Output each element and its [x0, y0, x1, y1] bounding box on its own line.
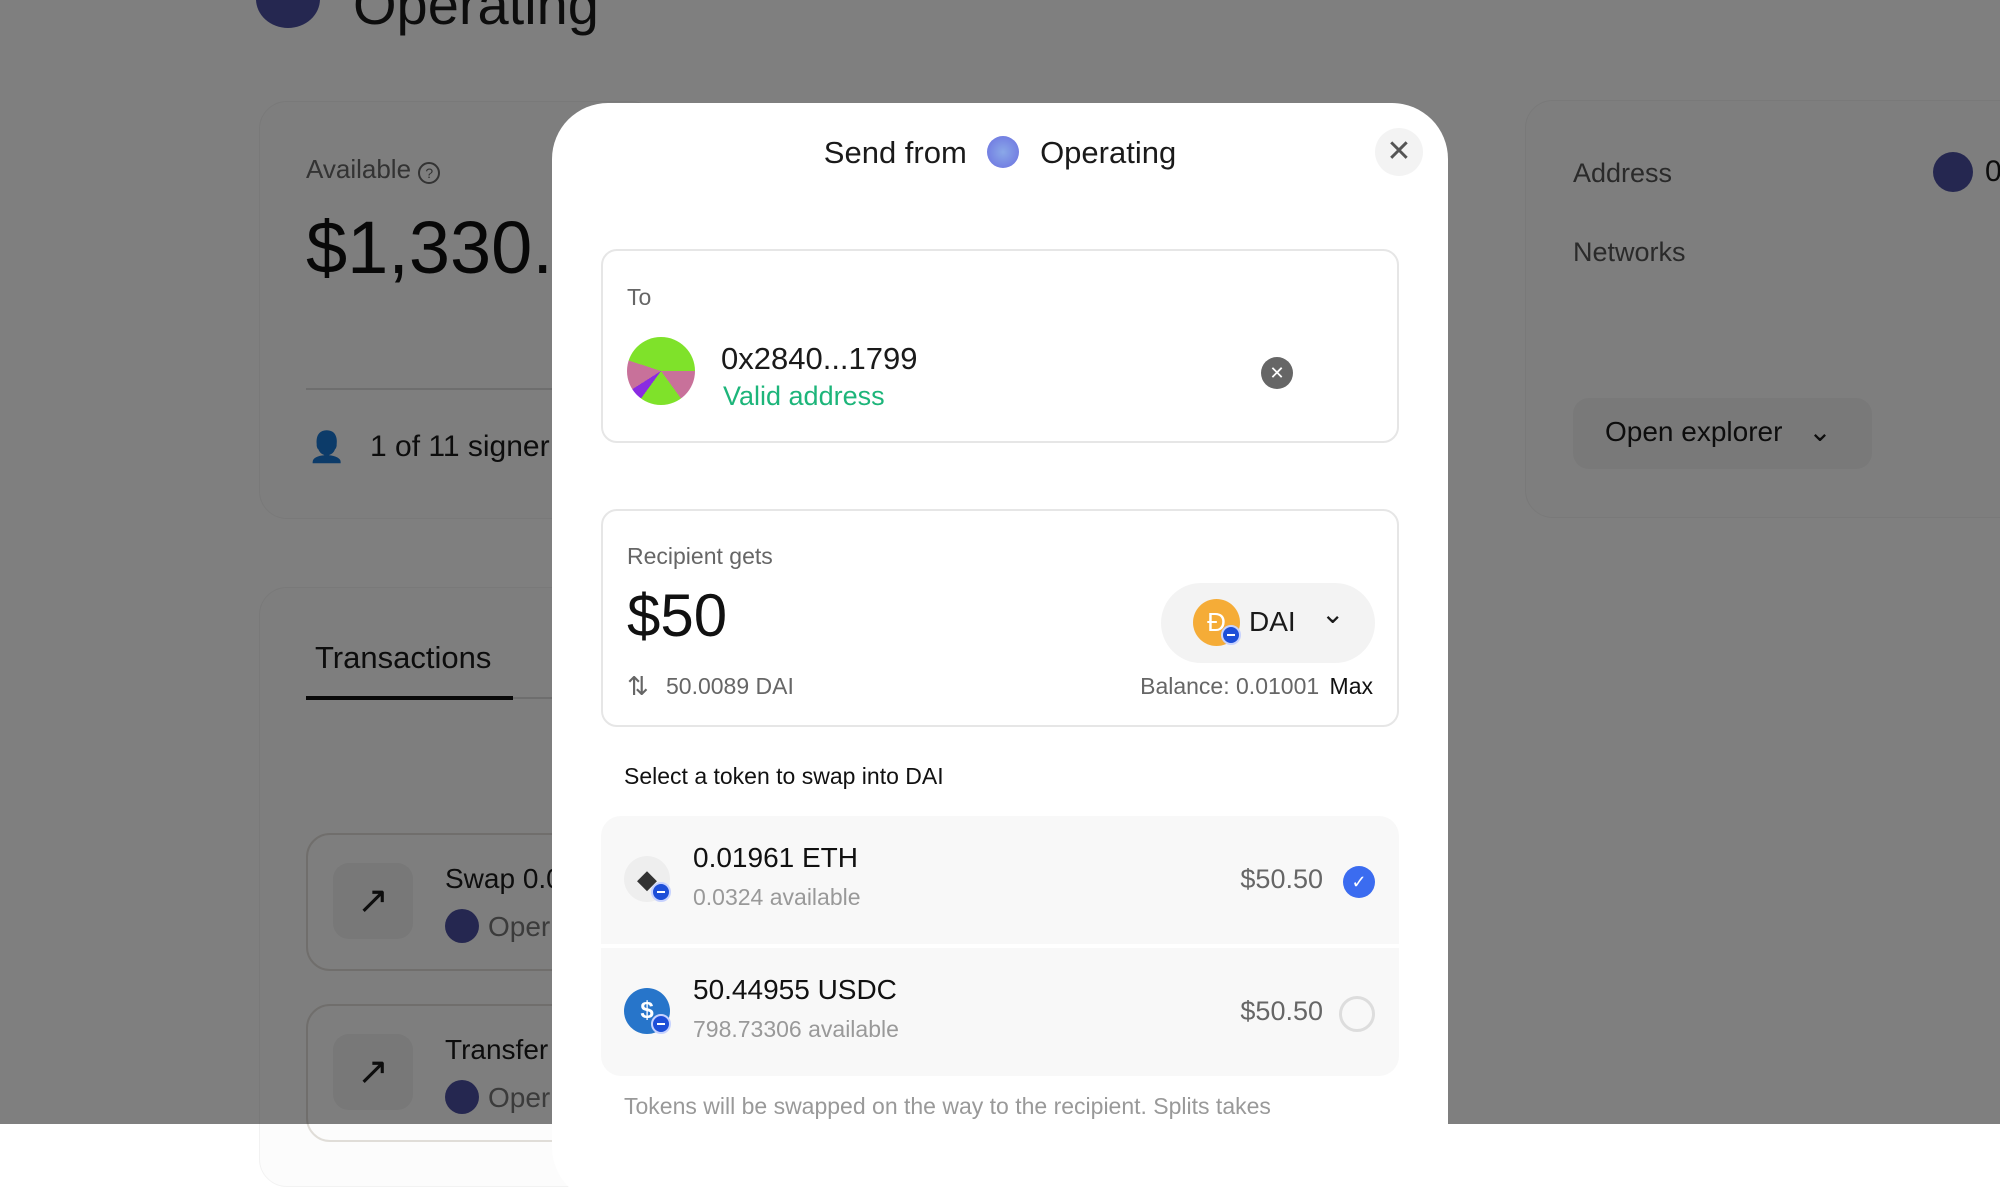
swap-direction-icon[interactable]: ⇅: [627, 671, 649, 702]
recipient-address: 0x2840...1799: [721, 341, 918, 376]
recipient-avatar: [627, 337, 695, 405]
recipient-gets-label: Recipient gets: [627, 543, 773, 569]
unselected-radio[interactable]: [1339, 996, 1375, 1032]
send-modal: Send from Operating ✕ To 0x2840...1799 V…: [552, 103, 1448, 1203]
amount-card: Recipient gets $50 ⇅ 50.0089 DAI Ð DAI ⌄…: [601, 509, 1399, 727]
close-button[interactable]: ✕: [1375, 128, 1423, 176]
token-available: 0.0324 available: [693, 884, 861, 910]
title-prefix: Send from: [823, 135, 967, 170]
swap-heading: Select a token to swap into DAI: [624, 763, 944, 789]
token-available: 798.73306 available: [693, 1016, 899, 1042]
network-badge-icon: [651, 882, 671, 902]
converted-amount: 50.0089 DAI: [666, 673, 794, 699]
token-amount: 0.01961 ETH: [693, 842, 858, 873]
token-usd-value: $50.50: [1240, 996, 1323, 1026]
max-button[interactable]: Max: [1330, 673, 1373, 699]
address-status: Valid address: [723, 381, 885, 411]
wallet-name: Operating: [1040, 135, 1177, 170]
selected-check-icon[interactable]: ✓: [1343, 866, 1375, 898]
wallet-avatar: [987, 136, 1020, 168]
token-symbol: DAI: [1249, 606, 1296, 637]
balance-text: Balance: 0.01001: [1140, 673, 1320, 699]
token-option[interactable]: $ 50.44955 USDC 798.73306 available $50.…: [601, 948, 1399, 1076]
recipient-card: To 0x2840...1799 Valid address ✕: [601, 249, 1399, 443]
network-badge-icon: [1221, 625, 1241, 645]
token-selector[interactable]: Ð DAI ⌄: [1161, 583, 1375, 663]
to-label: To: [627, 284, 652, 310]
token-usd-value: $50.50: [1240, 864, 1323, 894]
network-badge-icon: [651, 1014, 671, 1034]
footer-note: Tokens will be swapped on the way to the…: [624, 1093, 1271, 1119]
clear-address-button[interactable]: ✕: [1261, 357, 1293, 389]
chevron-down-icon: ⌄: [1321, 598, 1345, 629]
balance-line: Balance: 0.01001 Max: [1140, 673, 1373, 700]
amount-input[interactable]: $50: [627, 581, 727, 650]
token-option[interactable]: ◆ 0.01961 ETH 0.0324 available $50.50 ✓: [601, 816, 1399, 944]
modal-title: Send from Operating: [552, 135, 1448, 171]
token-amount: 50.44955 USDC: [693, 974, 897, 1005]
